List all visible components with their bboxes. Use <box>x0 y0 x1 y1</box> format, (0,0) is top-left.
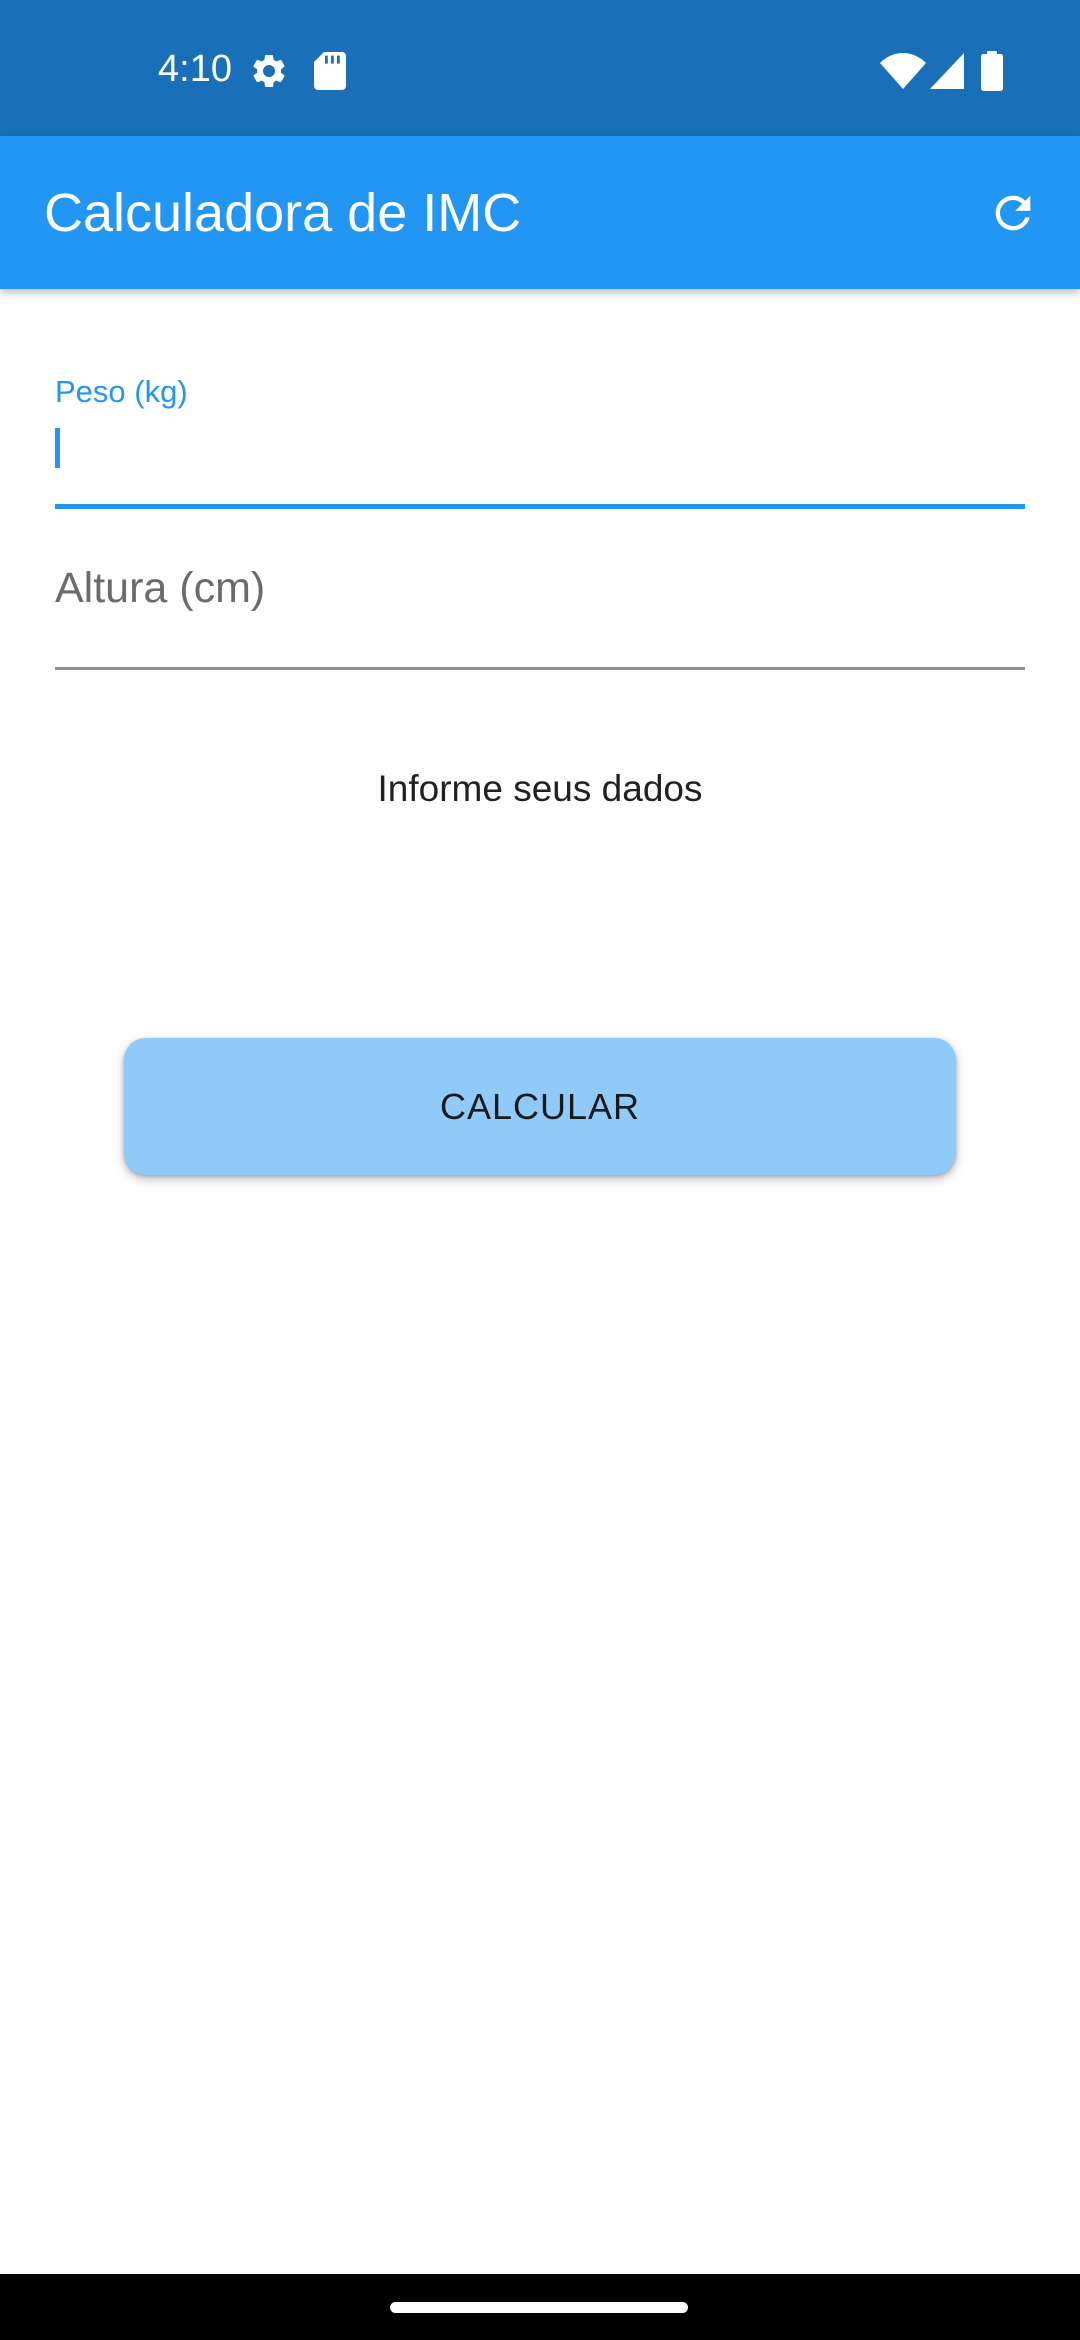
calculate-button-label: CALCULAR <box>439 1085 641 1127</box>
peso-input[interactable] <box>55 422 1035 482</box>
home-handle[interactable] <box>390 2302 688 2313</box>
settings-icon <box>253 54 285 87</box>
altura-underline <box>55 667 1025 670</box>
refresh-button[interactable] <box>974 174 1052 252</box>
calculate-button[interactable]: CALCULAR <box>124 1038 956 1175</box>
peso-underline <box>55 504 1025 509</box>
navigation-bar <box>0 2274 1080 2340</box>
sd-card-icon <box>314 52 346 90</box>
altura-field[interactable]: Altura (cm) <box>55 540 1025 670</box>
screen: 4:10 Calculadora de IMC Peso (kg) Altura… <box>0 0 1080 2340</box>
altura-input[interactable] <box>55 560 1025 620</box>
text-cursor <box>55 428 60 468</box>
app-bar: Calculadora de IMC <box>0 136 1080 289</box>
status-time: 4:10 <box>158 48 232 90</box>
battery-icon <box>981 51 1003 91</box>
info-text: Informe seus dados <box>377 768 703 809</box>
app-title: Calculadora de IMC <box>44 183 522 243</box>
wifi-icon <box>880 53 926 89</box>
peso-label: Peso (kg) <box>55 374 188 409</box>
peso-field[interactable]: Peso (kg) <box>55 360 1035 510</box>
status-bar: 4:10 <box>0 0 1080 136</box>
cell-signal-icon <box>930 53 964 89</box>
refresh-icon <box>995 195 1031 231</box>
